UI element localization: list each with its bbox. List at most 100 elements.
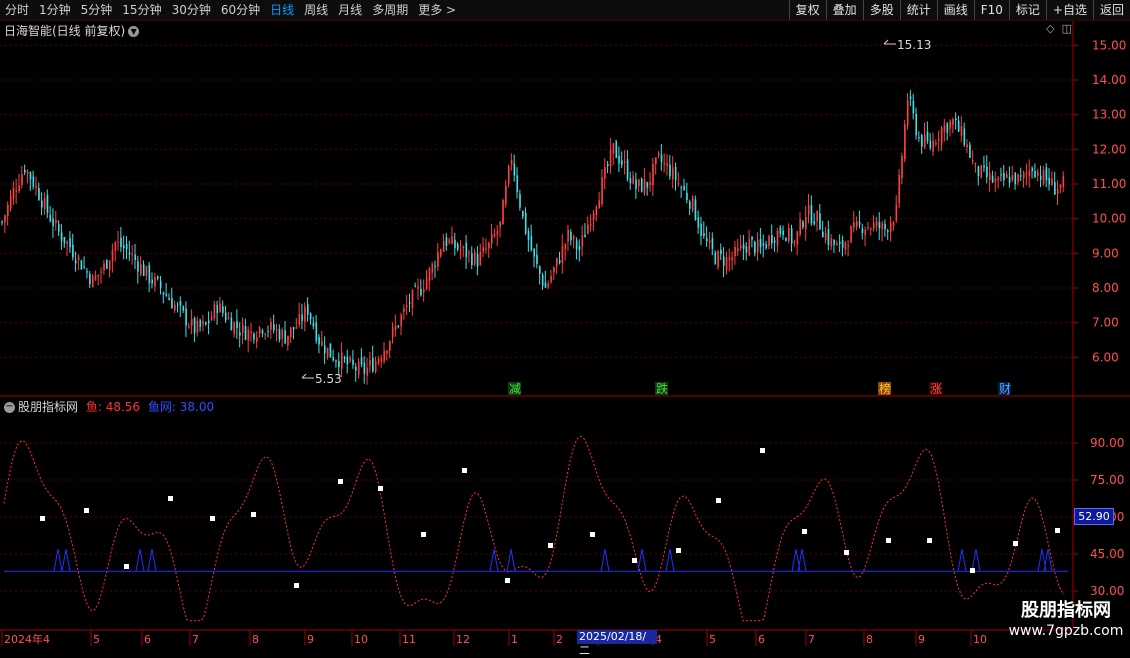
candle-body	[700, 223, 702, 236]
candle-body	[185, 308, 187, 326]
x-tick-label: 6	[758, 633, 765, 646]
candle-body	[539, 266, 541, 274]
candle-body	[400, 315, 402, 326]
candle-body	[162, 292, 165, 295]
x-tick-label: 10	[973, 633, 987, 646]
candle-body	[343, 357, 346, 359]
candle-body	[819, 213, 821, 230]
event-tag-reduce[interactable]: 减	[509, 382, 521, 396]
candle-body	[892, 222, 895, 226]
candle-body	[972, 160, 974, 162]
candle-body	[748, 238, 751, 256]
signal-marker	[84, 508, 89, 513]
candle-body	[957, 120, 960, 132]
candle-body	[745, 246, 748, 253]
candle-body	[236, 320, 238, 329]
candle-body	[340, 353, 343, 369]
diamond-icon[interactable]: ◇	[1046, 22, 1054, 35]
candle-body	[513, 163, 516, 176]
panel-toggle-icon[interactable]: ◫	[1062, 22, 1072, 35]
candle-body	[618, 155, 620, 164]
candle-body	[635, 179, 637, 189]
candle-body	[1054, 182, 1056, 195]
candle-body	[793, 241, 796, 243]
chevron-down-icon[interactable]: ▼	[128, 26, 140, 37]
candle-body	[1062, 176, 1065, 187]
candle-body	[123, 245, 125, 249]
candle-body	[1034, 170, 1036, 178]
candle-body	[496, 230, 499, 235]
candle-body	[41, 200, 43, 208]
candle-body	[482, 247, 485, 253]
indicator-tick-label: 90.00	[1090, 436, 1124, 450]
candle-body	[991, 175, 994, 183]
candle-body	[1028, 170, 1031, 177]
candle-body	[756, 239, 759, 252]
candle-body	[425, 278, 428, 290]
watermark-url: www.7gpzb.com	[1008, 623, 1124, 639]
candle-body	[406, 305, 408, 307]
event-tag-rise[interactable]: 涨	[930, 381, 942, 396]
candle-body	[595, 207, 598, 216]
x-tick-label: 12	[456, 633, 470, 646]
candle-body	[855, 221, 858, 227]
candle-body	[522, 210, 524, 217]
candle-body	[872, 222, 875, 229]
candle-body	[151, 279, 153, 284]
candle-body	[615, 141, 618, 159]
candle-body	[906, 100, 909, 126]
indicator-tick-label: 45.00	[1090, 547, 1124, 561]
candle-body	[57, 224, 60, 232]
signal-marker	[970, 568, 975, 573]
candle-body	[253, 333, 255, 340]
candle-body	[601, 177, 603, 205]
candle-body	[921, 135, 923, 147]
candle-body	[592, 212, 595, 220]
candle-body	[946, 123, 949, 133]
candle-body	[403, 308, 405, 312]
candle-body	[377, 358, 380, 364]
candle-body	[488, 242, 490, 249]
candle-body	[527, 231, 530, 240]
candle-body	[788, 227, 790, 241]
candle-body	[1051, 178, 1053, 185]
candle-body	[423, 289, 425, 293]
candle-body	[657, 152, 660, 156]
candle-body	[29, 172, 32, 180]
candle-body	[926, 131, 929, 141]
x-tick-label: 2	[556, 633, 563, 646]
candle-body	[805, 217, 807, 230]
candle-body	[462, 246, 465, 249]
candle-body	[581, 235, 584, 247]
candle-body	[669, 164, 671, 177]
signal-marker	[251, 512, 256, 517]
event-tag-finance[interactable]: 财	[999, 382, 1011, 396]
candle-body	[779, 227, 782, 234]
candle-body	[459, 249, 462, 251]
collapse-icon[interactable]: −	[4, 402, 15, 413]
candle-body	[321, 341, 323, 346]
signal-marker	[1055, 528, 1060, 533]
indicator-tick-label: 30.00	[1090, 584, 1124, 598]
candle-body	[878, 222, 881, 229]
x-tick-label: 8	[866, 633, 873, 646]
candle-body	[722, 256, 725, 266]
candle-body	[621, 160, 623, 165]
candle-body	[335, 360, 337, 362]
signal-marker	[716, 498, 721, 503]
candle-body	[411, 290, 414, 308]
chart-canvas[interactable]: 15.00 14.00 13.00 12.00 11.00 10.00 9.00 8.00 7.…	[0, 0, 1130, 650]
event-tag-list[interactable]: 榜	[879, 381, 891, 396]
candle-body	[1000, 174, 1002, 176]
candle-body	[479, 252, 482, 265]
signal-marker	[632, 558, 637, 563]
event-tag-fall[interactable]: 跌	[656, 381, 668, 396]
candle-body	[584, 235, 586, 238]
candle-body	[901, 155, 903, 179]
candle-body	[720, 249, 722, 254]
candle-body	[222, 306, 224, 313]
candle-body	[751, 236, 753, 240]
price-tick-label: 12.00	[1092, 142, 1126, 156]
signal-marker	[927, 538, 932, 543]
candle-body	[357, 361, 360, 375]
